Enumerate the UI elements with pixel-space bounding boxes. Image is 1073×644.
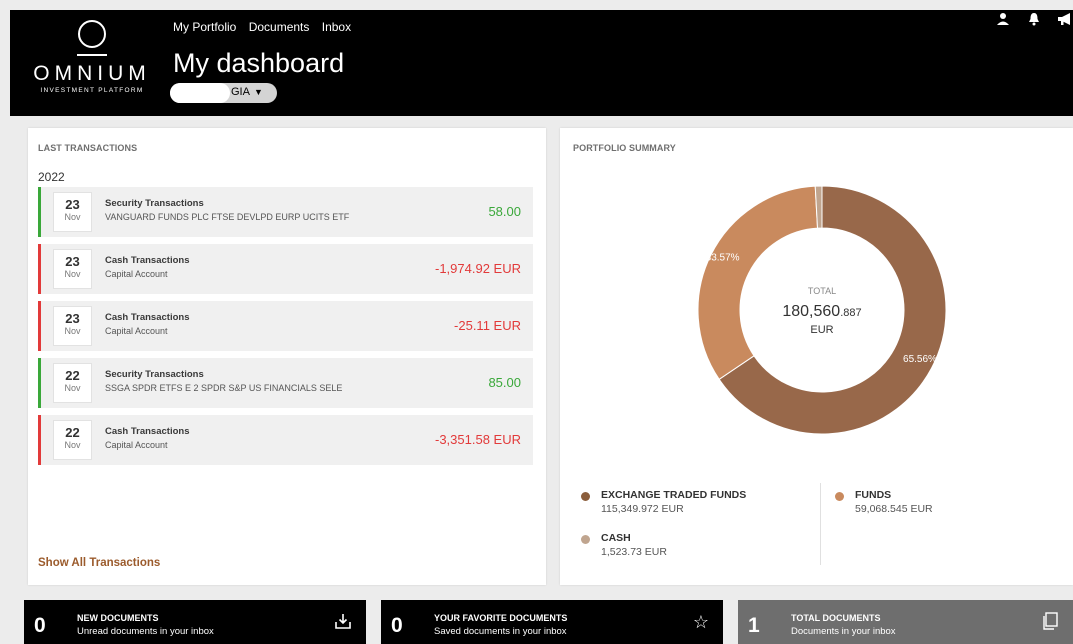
legend-dot-cash — [581, 535, 590, 544]
total-currency: EUR — [810, 324, 833, 336]
nav-inbox[interactable]: Inbox — [322, 20, 351, 34]
new-documents-title: NEW DOCUMENTS — [77, 613, 159, 623]
legend-name-funds: FUNDS — [855, 489, 892, 501]
transaction-amount: -1,974.92 EUR — [435, 261, 521, 276]
new-documents-count: 0 — [34, 614, 46, 637]
show-all-transactions-link[interactable]: Show All Transactions — [38, 557, 160, 569]
total-main: 180,560 — [782, 303, 840, 320]
new-documents-subtitle: Unread documents in your inbox — [77, 626, 214, 637]
transactions-list: 23 Nov Security Transactions VANGUARD FU… — [38, 187, 533, 472]
total-documents-count: 1 — [748, 614, 760, 637]
last-transactions-title: LAST TRANSACTIONS — [38, 143, 138, 153]
transaction-month: Nov — [64, 212, 81, 222]
transaction-description: Capital Account — [105, 440, 168, 450]
transaction-month: Nov — [64, 383, 81, 393]
transaction-date: 22 Nov — [53, 363, 92, 403]
legend-divider — [820, 483, 821, 565]
transaction-amount: 58.00 — [488, 204, 521, 219]
last-transactions-card: LAST TRANSACTIONS 2022 23 Nov Security T… — [28, 128, 546, 585]
legend-value-etf: 115,349.972 EUR — [601, 503, 684, 515]
omnium-logo[interactable]: OMNIUM INVESTMENT PLATFORM — [32, 20, 152, 94]
logo-subtitle: INVESTMENT PLATFORM — [40, 87, 144, 94]
top-header: OMNIUM INVESTMENT PLATFORM My Portfolio … — [10, 10, 1073, 116]
header-icons — [984, 12, 1073, 31]
nav-documents[interactable]: Documents — [249, 20, 310, 34]
account-label: GIA — [231, 86, 250, 98]
total-decimals: .887 — [840, 307, 861, 319]
transaction-description: Capital Account — [105, 269, 168, 279]
favorite-documents-tile[interactable]: 0 YOUR FAVORITE DOCUMENTS Saved document… — [381, 600, 723, 644]
transaction-type: Security Transactions — [105, 369, 204, 380]
bell-icon[interactable] — [1027, 13, 1045, 30]
total-documents-subtitle: Documents in your inbox — [791, 626, 896, 637]
transaction-row[interactable]: 23 Nov Security Transactions VANGUARD FU… — [38, 187, 533, 237]
caret-down-icon: ▼ — [254, 87, 263, 97]
total-label: TOTAL — [808, 286, 836, 296]
transaction-month: Nov — [64, 269, 81, 279]
transaction-date: 23 Nov — [53, 249, 92, 289]
favorite-documents-subtitle: Saved documents in your inbox — [434, 626, 567, 637]
portfolio-summary-card: PORTFOLIO SUMMARY 65.56% 33.57% TOTAL 180… — [560, 128, 1073, 585]
legend-dot-etf — [581, 492, 590, 501]
logo-circle-icon — [78, 20, 106, 48]
transaction-amount: 85.00 — [488, 375, 521, 390]
account-selector[interactable]: GIA ▼ — [170, 83, 277, 103]
transaction-type: Cash Transactions — [105, 426, 190, 437]
transaction-row[interactable]: 23 Nov Cash Transactions Capital Account… — [38, 301, 533, 351]
transaction-type: Cash Transactions — [105, 312, 190, 323]
transaction-amount: -25.11 EUR — [454, 318, 521, 333]
favorite-documents-title: YOUR FAVORITE DOCUMENTS — [434, 613, 568, 623]
transaction-row[interactable]: 22 Nov Security Transactions SSGA SPDR E… — [38, 358, 533, 408]
transaction-date: 23 Nov — [53, 192, 92, 232]
favorite-documents-count: 0 — [391, 614, 403, 637]
transaction-type: Security Transactions — [105, 198, 204, 209]
transaction-day: 23 — [65, 254, 80, 269]
legend-dot-funds — [835, 492, 844, 501]
top-nav: My Portfolio Documents Inbox — [173, 20, 360, 34]
inbox-download-icon — [334, 612, 352, 635]
logo-name: OMNIUM — [33, 62, 151, 85]
total-documents-tile[interactable]: 1 TOTAL DOCUMENTS Documents in your inbo… — [738, 600, 1073, 644]
documents-icon — [1041, 612, 1059, 635]
user-icon[interactable] — [996, 13, 1014, 30]
legend-value-funds: 59,068.545 EUR — [855, 503, 933, 515]
transaction-description: SSGA SPDR ETFS E 2 SPDR S&P US FINANCIAL… — [105, 383, 343, 393]
logo-bar — [77, 54, 107, 56]
donut-label-funds: 33.57% — [706, 253, 740, 264]
transaction-day: 23 — [65, 197, 80, 212]
transaction-day: 23 — [65, 311, 80, 326]
transactions-year: 2022 — [38, 170, 65, 184]
portfolio-summary-title: PORTFOLIO SUMMARY — [573, 143, 676, 153]
legend-name-cash: CASH — [601, 532, 631, 544]
transaction-day: 22 — [65, 425, 80, 440]
donut-slice-funds[interactable] — [697, 185, 819, 381]
nav-my-portfolio[interactable]: My Portfolio — [173, 20, 236, 34]
transaction-row[interactable]: 22 Nov Cash Transactions Capital Account… — [38, 415, 533, 465]
account-name-redacted — [170, 83, 230, 103]
total-documents-title: TOTAL DOCUMENTS — [791, 613, 881, 623]
portfolio-donut-chart[interactable]: 65.56% 33.57% TOTAL 180,560.887 EUR — [697, 185, 947, 435]
transaction-date: 23 Nov — [53, 306, 92, 346]
donut-label-etf: 65.56% — [903, 354, 937, 365]
transaction-day: 22 — [65, 368, 80, 383]
transaction-date: 22 Nov — [53, 420, 92, 460]
transaction-description: VANGUARD FUNDS PLC FTSE DEVLPD EURP UCIT… — [105, 212, 350, 222]
legend-name-etf: EXCHANGE TRADED FUNDS — [601, 489, 747, 501]
page-title: My dashboard — [173, 48, 345, 78]
transaction-type: Cash Transactions — [105, 255, 190, 266]
transaction-row[interactable]: 23 Nov Cash Transactions Capital Account… — [38, 244, 533, 294]
transaction-month: Nov — [64, 440, 81, 450]
legend-value-cash: 1,523.73 EUR — [601, 546, 667, 558]
transaction-month: Nov — [64, 326, 81, 336]
transaction-description: Capital Account — [105, 326, 168, 336]
transaction-amount: -3,351.58 EUR — [435, 432, 521, 447]
new-documents-tile[interactable]: 0 NEW DOCUMENTS Unread documents in your… — [24, 600, 366, 644]
megaphone-icon[interactable] — [1057, 13, 1073, 30]
star-icon: ☆ — [692, 612, 709, 632]
total-value: 180,560.887 — [782, 303, 861, 320]
